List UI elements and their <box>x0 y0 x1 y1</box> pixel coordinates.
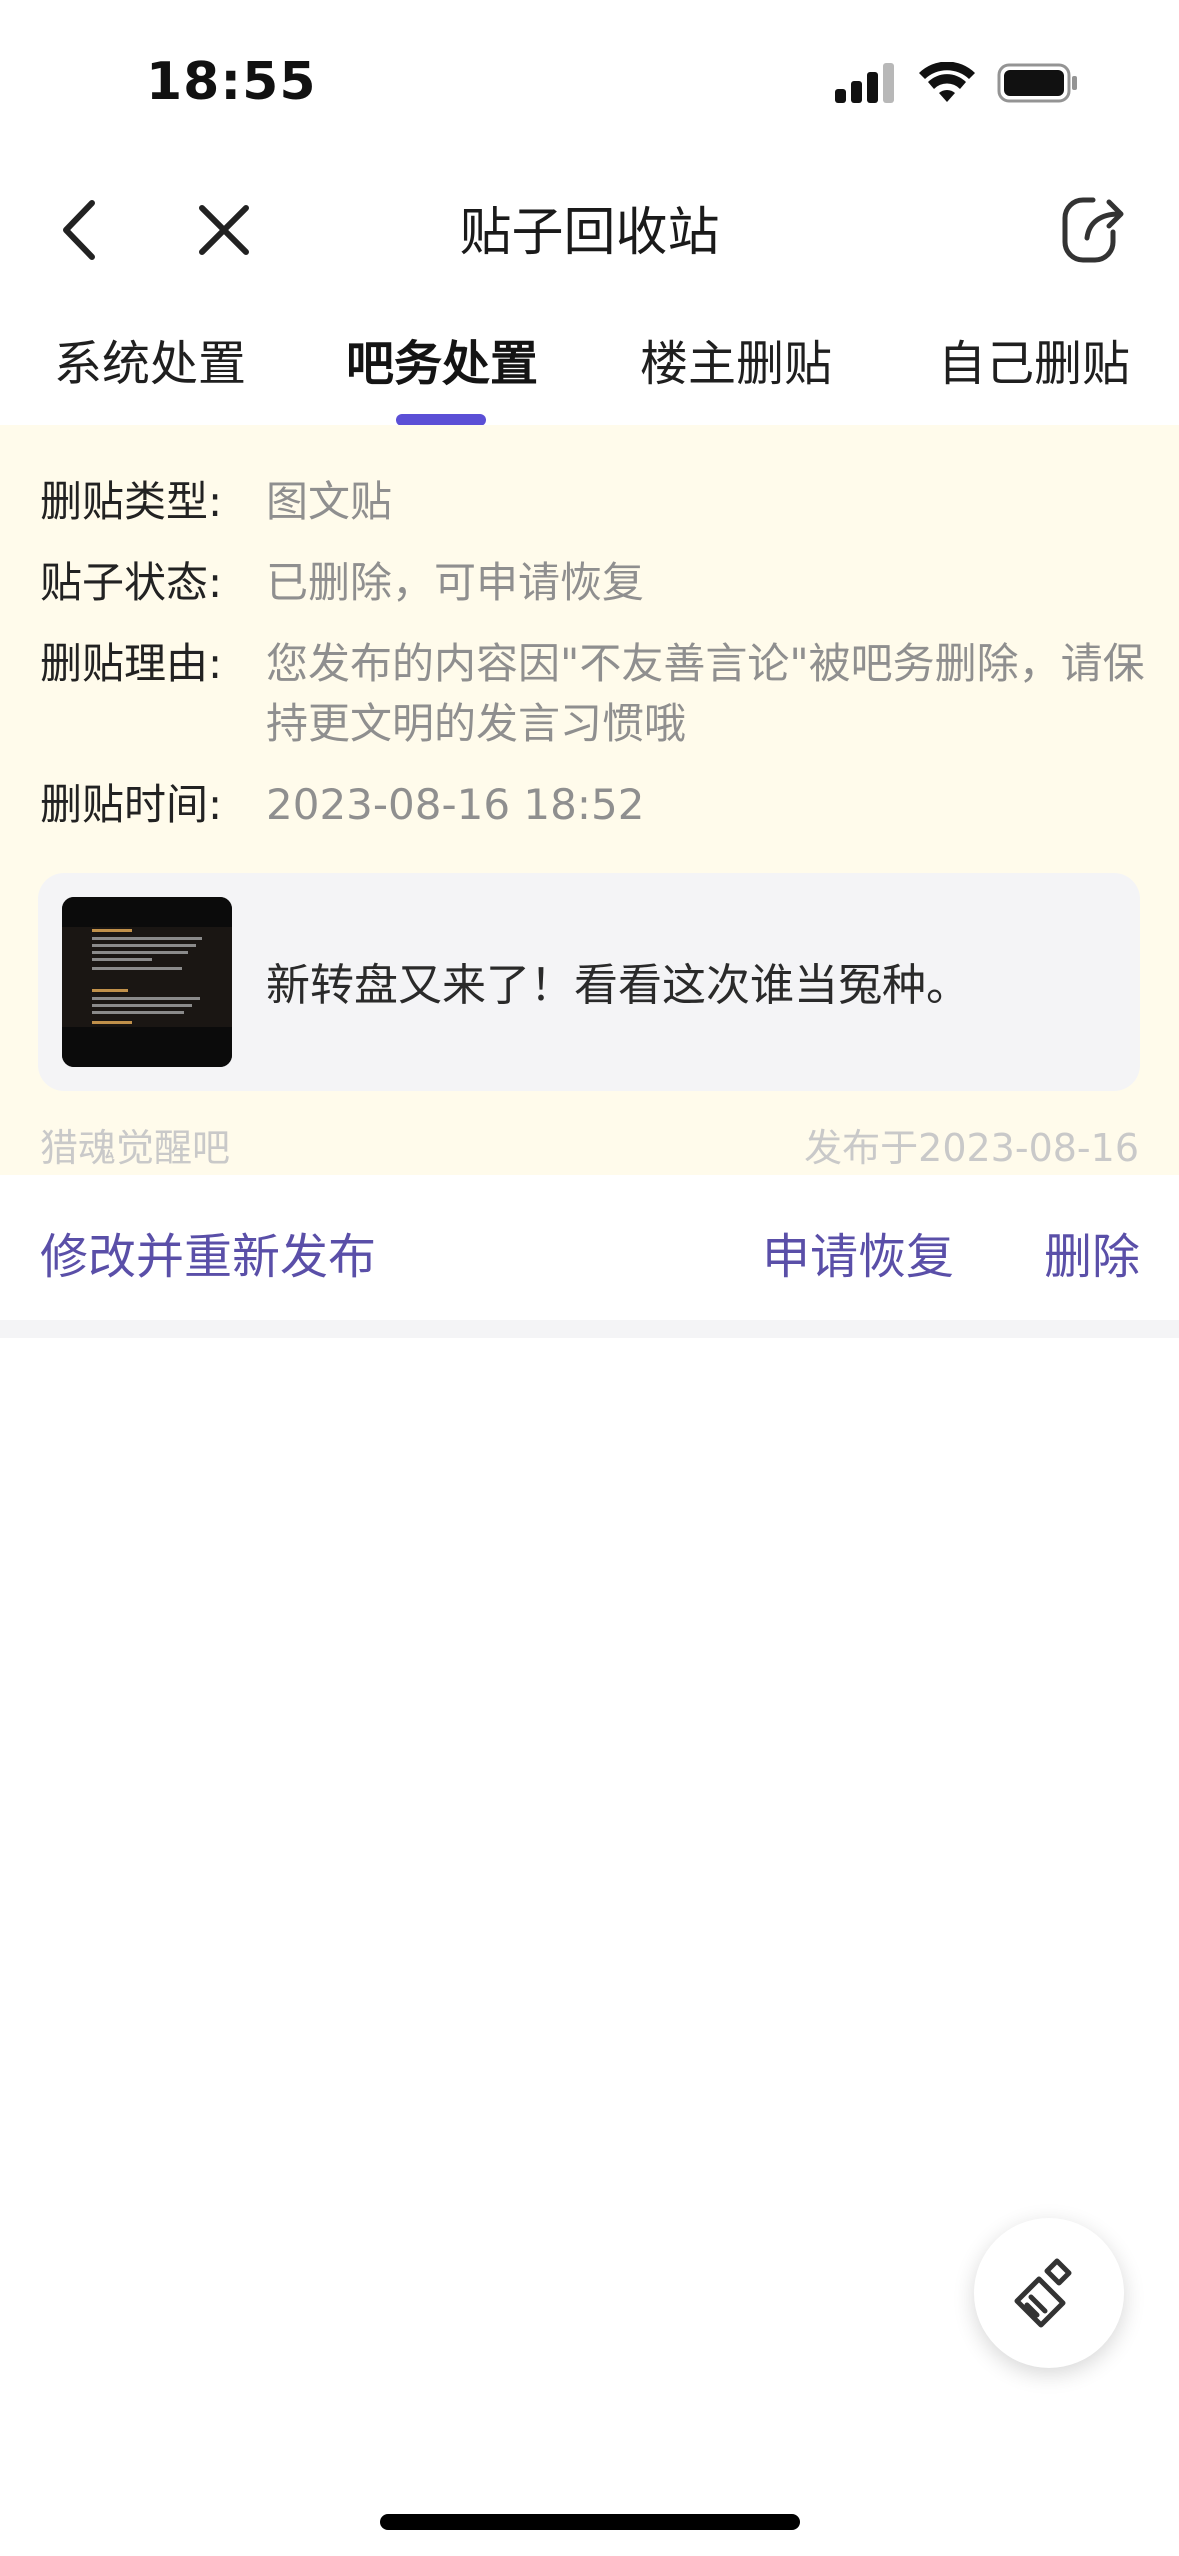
clean-fab-button[interactable] <box>974 2218 1124 2368</box>
page-title: 贴子回收站 <box>459 203 720 263</box>
deleted-post-panel: 删贴类型: 图文贴 贴子状态: 已删除，可申请恢复 删贴理由: 您发布的内容因"… <box>0 425 1179 1175</box>
battery-icon <box>997 63 1079 107</box>
broom-clean-icon <box>1014 2258 1072 2328</box>
post-thumbnail <box>62 897 232 1067</box>
publish-date: 发布于2023-08-16 <box>804 1126 1139 1170</box>
wifi-icon <box>919 61 975 108</box>
cellular-signal-icon <box>835 63 897 107</box>
delete-reason-value: 您发布的内容因"不友善言论"被吧务删除，请保持更文明的发言习惯哦 <box>266 639 1145 748</box>
status-bar: 18:55 <box>0 0 1179 170</box>
forum-name: 猎魂觉醒吧 <box>40 1126 231 1170</box>
delete-type-value: 图文贴 <box>266 477 393 526</box>
status-time: 18:55 <box>146 52 317 112</box>
apply-restore-button[interactable]: 申请恢复 <box>762 1217 954 1287</box>
edit-republish-button[interactable]: 修改并重新发布 <box>40 1217 376 1287</box>
section-divider <box>0 1320 1179 1338</box>
share-button[interactable] <box>1047 182 1143 278</box>
tab-owner-deleted[interactable]: 楼主删贴 <box>640 324 832 394</box>
status-icons <box>835 61 1079 108</box>
tab-self-deleted[interactable]: 自己删贴 <box>938 324 1130 394</box>
post-status-value: 已删除，可申请恢复 <box>266 558 645 607</box>
share-icon <box>1062 197 1124 263</box>
post-title: 新转盘又来了！看看这次谁当冤种。 <box>266 960 970 1011</box>
delete-time-label: 删贴时间: <box>40 780 223 829</box>
delete-type-label: 删贴类型: <box>40 477 223 526</box>
action-bar: 修改并重新发布 申请恢复 删除 <box>0 1175 1179 1320</box>
delete-time-value: 2023-08-16 18:52 <box>266 780 645 829</box>
tab-system-handling[interactable]: 系统处置 <box>54 324 246 394</box>
home-indicator[interactable] <box>380 2514 800 2530</box>
post-card[interactable]: 新转盘又来了！看看这次谁当冤种。 <box>38 873 1140 1091</box>
navbar: 贴子回收站 <box>0 170 1179 290</box>
delete-button[interactable]: 删除 <box>1044 1217 1140 1287</box>
delete-reason-label: 删贴理由: <box>40 639 223 688</box>
tab-moderator-handling[interactable]: 吧务处置 <box>346 324 538 394</box>
post-status-label: 贴子状态: <box>40 558 223 607</box>
tab-bar: 系统处置 吧务处置 楼主删贴 自己删贴 <box>0 310 1179 426</box>
